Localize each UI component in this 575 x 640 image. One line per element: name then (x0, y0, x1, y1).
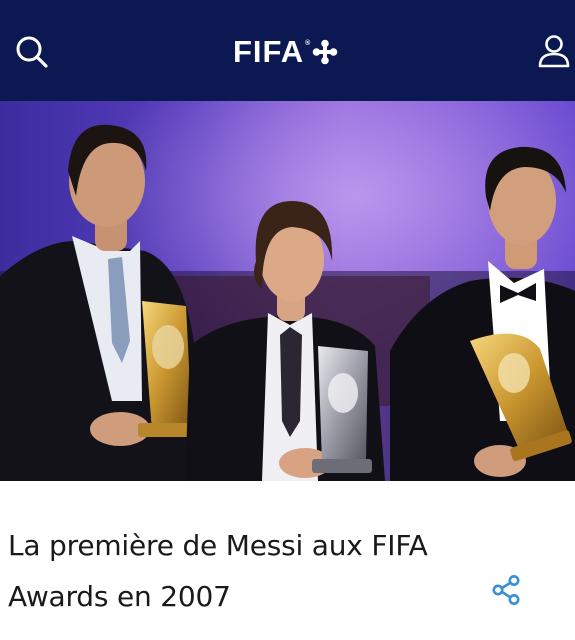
share-button[interactable] (487, 571, 525, 609)
share-icon (492, 575, 520, 605)
profile-button[interactable] (533, 30, 575, 72)
photo-three-players-with-trophies (0, 101, 575, 481)
search-icon (16, 36, 48, 68)
user-icon (538, 35, 570, 68)
article-title: La première de Messi aux FIFA Awards en … (8, 529, 428, 613)
top-app-bar: FIFA ® (0, 0, 575, 101)
hero-image[interactable] (0, 101, 575, 481)
fifa-app-screen: FIFA ® La première de Messi aux FIFA Awa… (0, 0, 575, 640)
logo-wordmark: FIFA (233, 34, 305, 69)
fifa-plus-icon (313, 39, 338, 65)
search-button[interactable] (12, 32, 52, 72)
fifa-plus-logo[interactable]: FIFA ® (233, 33, 338, 71)
logo-registered-mark: ® (305, 39, 311, 47)
